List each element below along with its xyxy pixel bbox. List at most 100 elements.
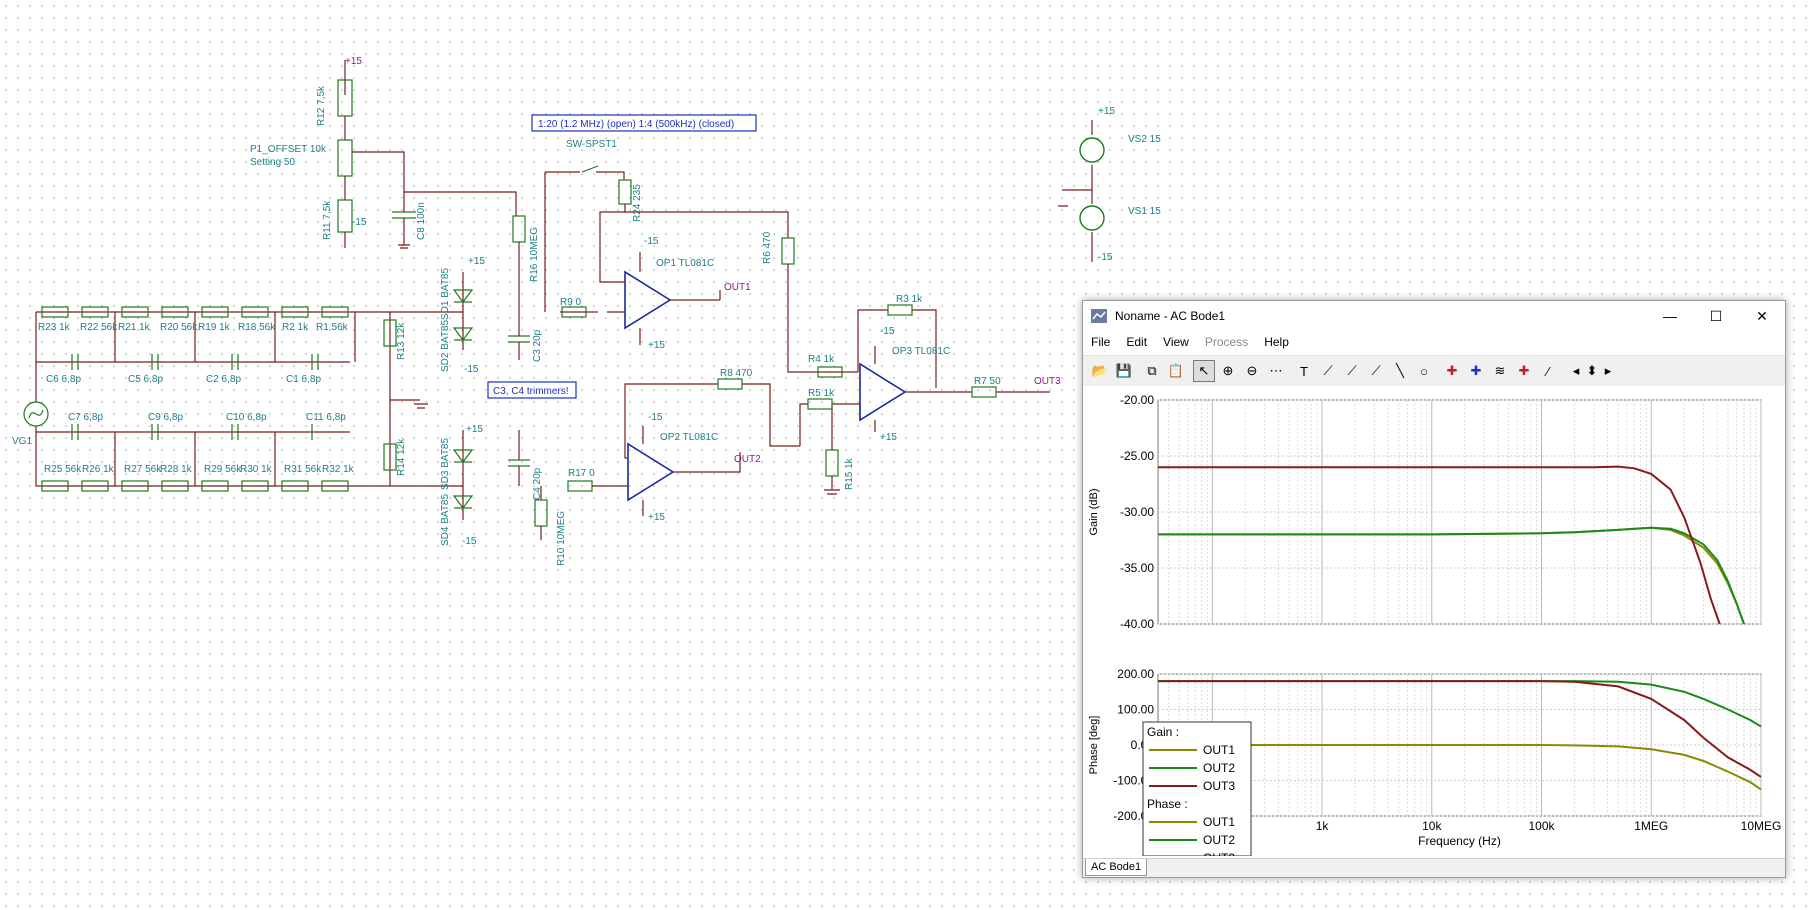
label-r11: R11 7,5k (322, 200, 333, 240)
ladder-bottom (36, 424, 350, 492)
open-icon[interactable]: 📂 (1089, 360, 1111, 382)
gain-ytick-label: -25.00 (1120, 449, 1154, 463)
resistor-r7[interactable] (971, 386, 997, 398)
resistor-r8[interactable] (717, 378, 743, 390)
label-out2: OUT2 (734, 454, 761, 465)
resistor-r11[interactable] (337, 199, 353, 233)
maximize-button[interactable]: ☐ (1693, 301, 1739, 331)
label-sd2-supply: -15 (464, 364, 479, 375)
capacitor-c8[interactable] (392, 211, 416, 219)
label-op3-neg: -15 (880, 326, 895, 337)
label-c4: C4 20p (532, 467, 543, 500)
label-r31: R31 56k (284, 464, 322, 475)
label-c2: C2 6,8p (206, 374, 241, 385)
title-bar[interactable]: Noname - AC Bode1 — ☐ ✕ (1083, 301, 1785, 331)
label-sd3: SD3 BAT85 (440, 438, 451, 490)
label-c6: C6 6,8p (46, 374, 81, 385)
bode-window[interactable]: Noname - AC Bode1 — ☐ ✕ File Edit View P… (1082, 300, 1786, 878)
tab-ac-bode1[interactable]: AC Bode1 (1085, 859, 1148, 876)
phase-ytick-label: 100.00 (1117, 703, 1154, 717)
label-r7: R7 50 (974, 376, 1001, 387)
label-r14: R14 12k (396, 438, 407, 476)
toolbar: 📂 💾 ⧉ 📋 ↖ ⊕ ⊖ ⋯ T ⟋ ⟋ ⟋ ╲ ○ ✚ ✚ ≋ ✚ ∕ ◂ ⬍ ▸ (1083, 355, 1785, 387)
window-title: Noname - AC Bode1 (1115, 309, 1226, 323)
resistor-r17[interactable] (567, 480, 593, 492)
xtick-label: 10MEG (1741, 819, 1782, 833)
resistor-r6[interactable] (781, 237, 795, 265)
resistor-r10[interactable] (534, 499, 548, 527)
circle-icon[interactable]: ○ (1413, 360, 1435, 382)
ladder-top (36, 306, 356, 370)
grid-icon[interactable]: ⋯ (1265, 360, 1287, 382)
opamp-op1[interactable] (624, 270, 672, 330)
text-icon[interactable]: T (1293, 360, 1315, 382)
label-c7: C7 6,8p (68, 412, 103, 423)
label-r32: R32 1k (322, 464, 355, 475)
cursor-a-icon[interactable]: ✚ (1441, 360, 1463, 382)
label-r21: R21 1k (118, 322, 151, 333)
probe-icon[interactable]: ✚ (1513, 360, 1535, 382)
cursor-icon[interactable]: ⟋ (1317, 360, 1339, 382)
cursor2-icon[interactable]: ⟋ (1341, 360, 1363, 382)
tab-bar: AC Bode1 (1083, 858, 1785, 877)
cursor3-icon[interactable]: ⟋ (1365, 360, 1387, 382)
close-button[interactable]: ✕ (1739, 301, 1785, 331)
legend-gain-out3: OUT3 (1203, 779, 1235, 793)
voltage-source-vs1[interactable] (1079, 205, 1105, 231)
resistor-r24[interactable] (618, 179, 632, 205)
paste-icon[interactable]: 📋 (1165, 360, 1187, 382)
label-r27: R27 56k (124, 464, 162, 475)
label-r22: R22 56k (80, 322, 118, 333)
zoom-out-icon[interactable]: ⊖ (1241, 360, 1263, 382)
opamp-op2[interactable] (627, 442, 675, 502)
menu-edit[interactable]: Edit (1118, 335, 1155, 349)
label-op3-pos: +15 (880, 432, 897, 443)
bode-plot[interactable]: -20.00 -25.00 -30.00 -35.00 -40.00 Gain (dB) 2… (1083, 386, 1783, 865)
save-icon[interactable]: 💾 (1113, 360, 1135, 382)
gain-ytick-label: -40.00 (1120, 617, 1154, 631)
marker-icon[interactable]: ∕ (1537, 360, 1559, 382)
label-p1: P1_OFFSET 10k (250, 144, 327, 155)
label-r2: R2 1k (282, 322, 309, 333)
gain-ytick-label: -30.00 (1120, 505, 1154, 519)
menu-help[interactable]: Help (1256, 335, 1297, 349)
label-plus15: +15 (345, 56, 362, 67)
resistor-r16[interactable] (512, 215, 526, 243)
label-c11: C11 6,8p (306, 412, 346, 423)
minimize-button[interactable]: — (1647, 301, 1693, 331)
label-r12: R12 7,5k (316, 85, 327, 126)
label-r19: R19 1k (198, 322, 231, 333)
legend-phase-title: Phase : (1147, 797, 1188, 811)
switch-sw1[interactable] (581, 165, 599, 173)
label-c1: C1 6,8p (286, 374, 321, 385)
capacitor-c4[interactable] (508, 459, 530, 467)
xlabel: Frequency (Hz) (1418, 834, 1501, 848)
zoom-in-icon[interactable]: ⊕ (1217, 360, 1239, 382)
label-r25: R25 56k (44, 464, 82, 475)
curve-icon[interactable]: ≋ (1489, 360, 1511, 382)
pointer-icon[interactable]: ↖ (1193, 360, 1215, 382)
legend-gain-title: Gain : (1147, 725, 1179, 739)
resistor-r3[interactable] (887, 304, 913, 316)
menu-process[interactable]: Process (1197, 335, 1256, 349)
cursor-b-icon[interactable]: ✚ (1465, 360, 1487, 382)
label-sd1-supply: +15 (468, 256, 485, 267)
potentiometer-p1[interactable] (337, 139, 353, 177)
label-op2-pos: +15 (648, 512, 665, 523)
label-op1-neg: -15 (644, 236, 659, 247)
gain-ytick-label: -20.00 (1120, 393, 1154, 407)
label-r8: R8 470 (720, 368, 753, 379)
menu-file[interactable]: File (1083, 335, 1118, 349)
capacitor-c3[interactable] (508, 335, 530, 343)
copy-icon[interactable]: ⧉ (1141, 360, 1163, 382)
opamp-op3[interactable] (859, 362, 907, 422)
label-c9: C9 6,8p (148, 412, 183, 423)
label-r26: R26 1k (82, 464, 115, 475)
right-icon[interactable]: ▸ (1597, 360, 1619, 382)
resistor-r15[interactable] (825, 449, 839, 477)
menu-view[interactable]: View (1155, 335, 1197, 349)
voltage-source-vs2[interactable] (1079, 137, 1105, 163)
switch-annotation: 1:20 (1.2 MHz) (open) 1:4 (500kHz) (clos… (538, 119, 734, 130)
resistor-r5[interactable] (807, 398, 833, 410)
line-icon[interactable]: ╲ (1389, 360, 1411, 382)
